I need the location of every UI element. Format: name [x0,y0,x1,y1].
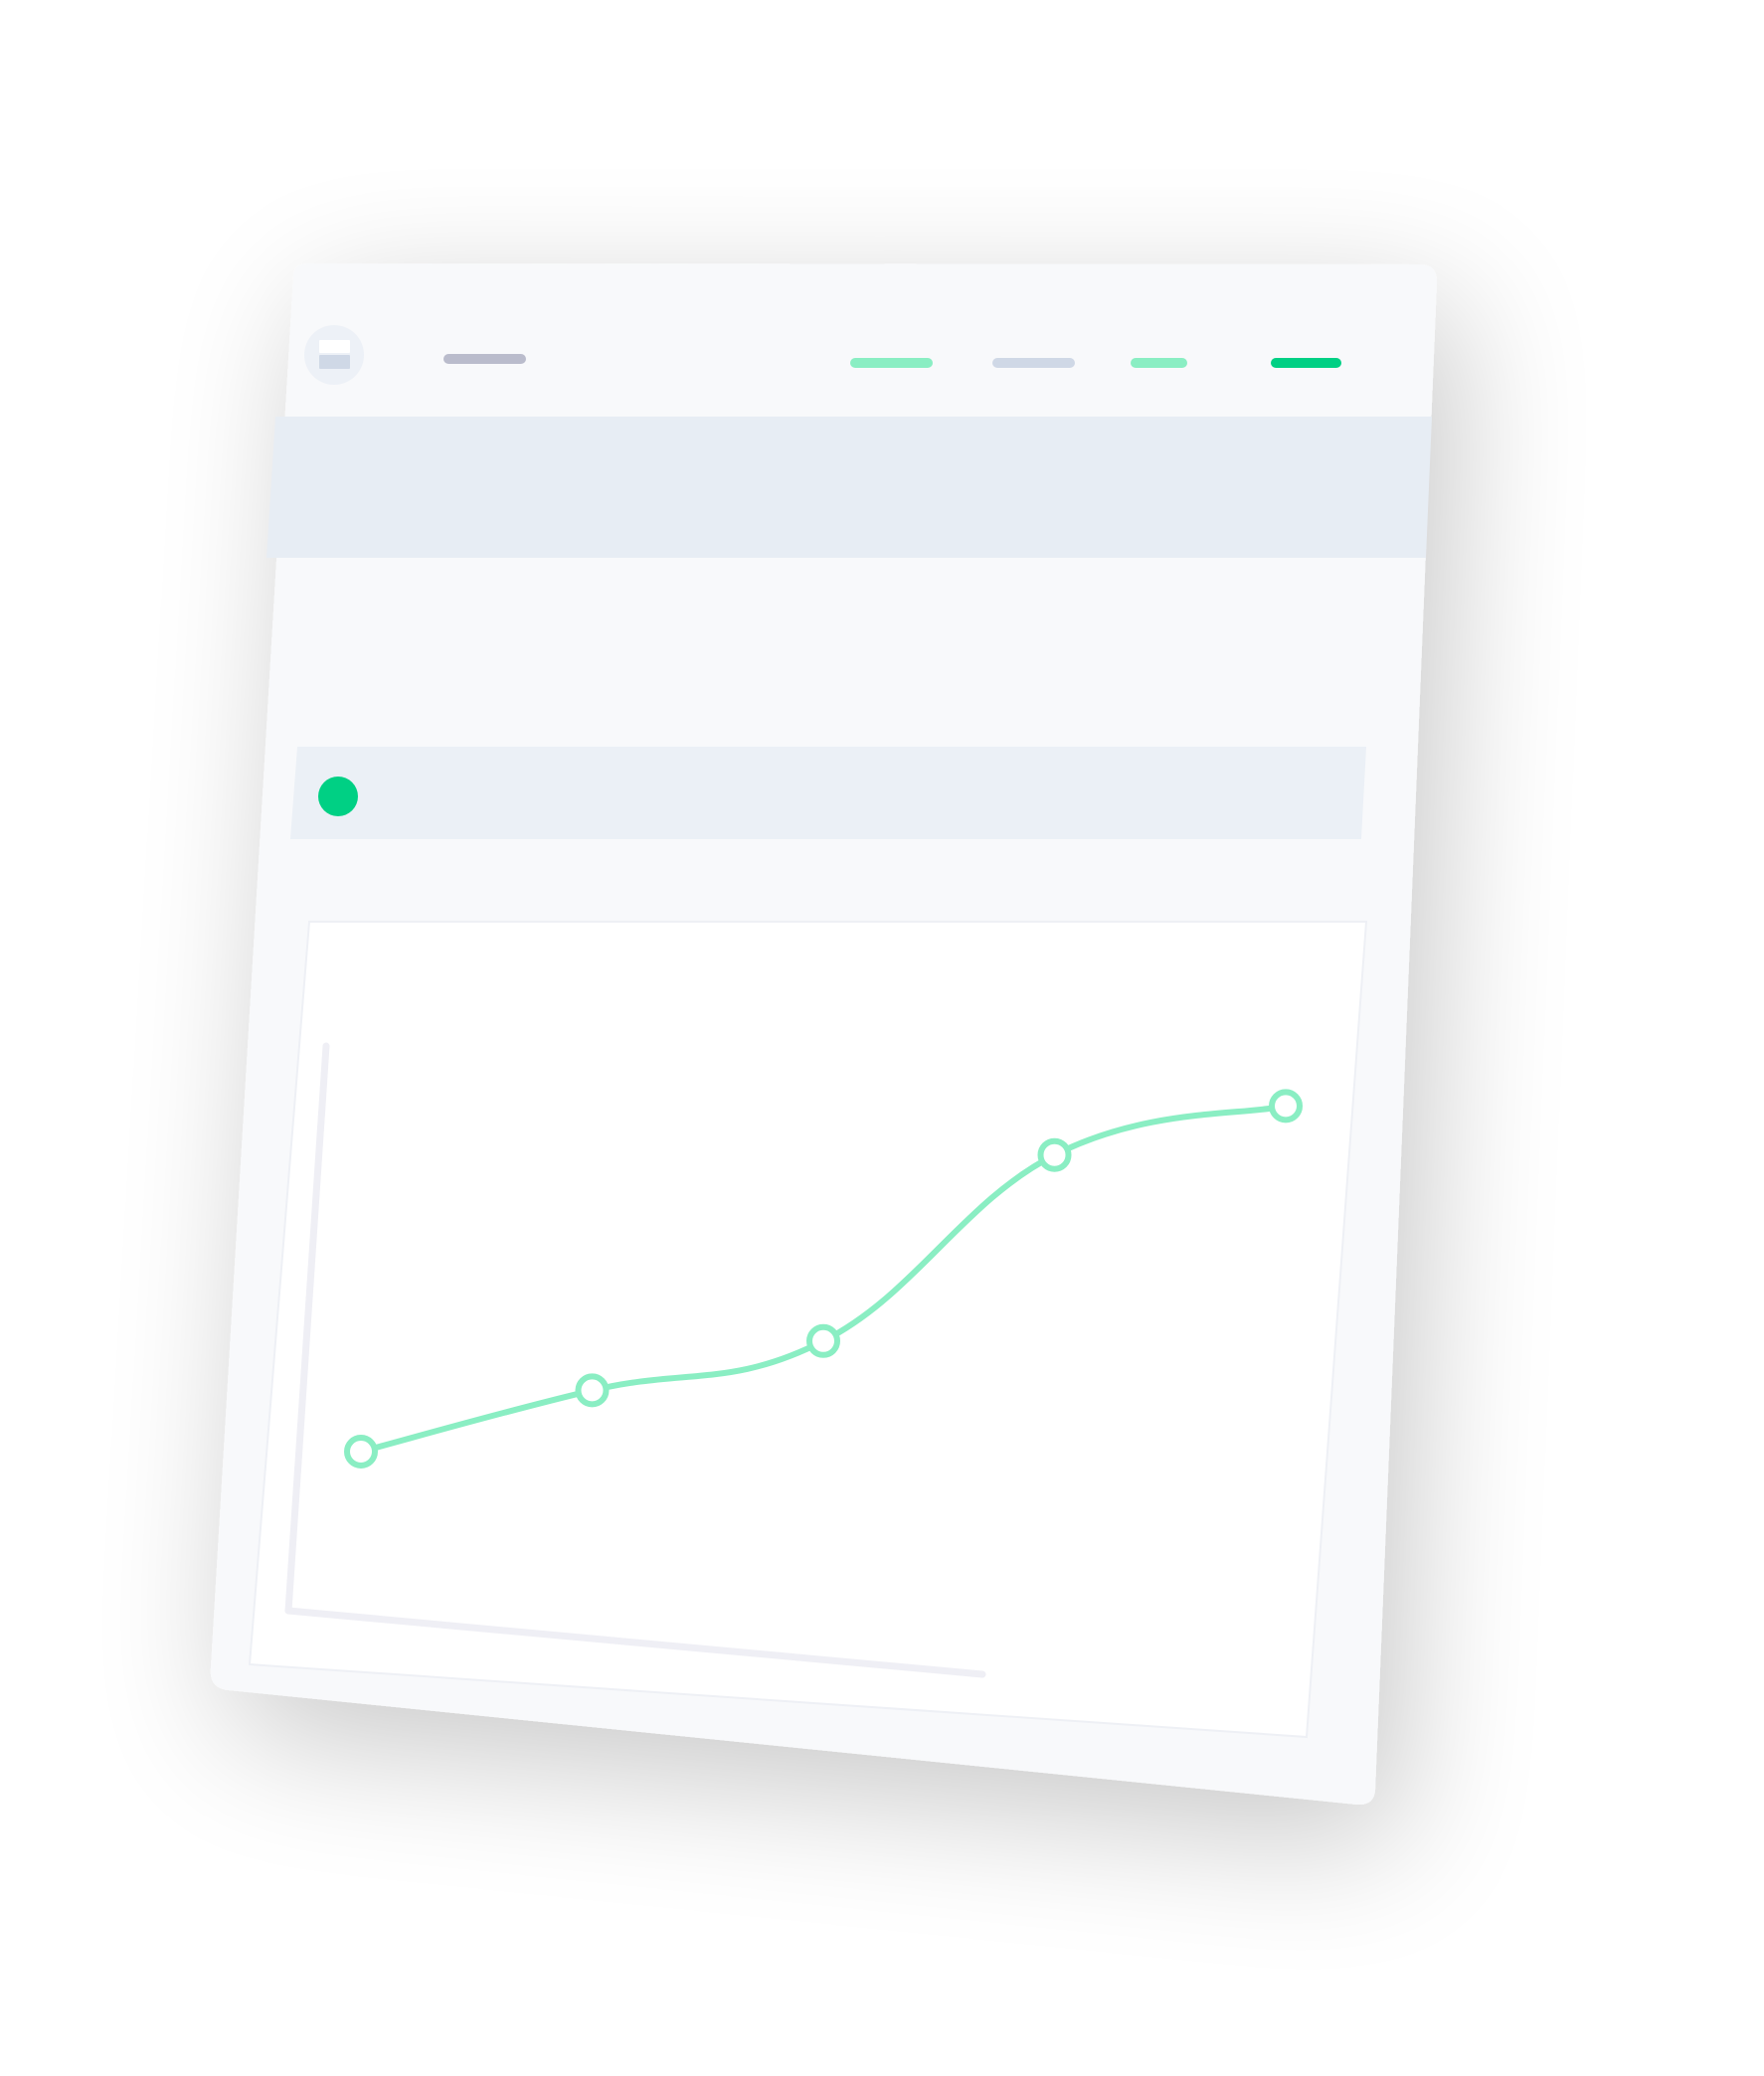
data-point-2[interactable] [575,1373,610,1408]
hero-banner [266,417,1432,558]
logo-icon[interactable] [304,325,364,385]
data-point-3[interactable] [806,1323,840,1358]
illustration-stage [0,0,1764,2076]
chart-card [248,921,1368,1739]
status-indicator-dot [318,777,358,816]
dashboard-illustration [210,263,1438,1806]
data-point-1[interactable] [344,1435,378,1469]
data-point-5[interactable] [1269,1089,1303,1124]
status-panel [290,747,1366,839]
data-point-4[interactable] [1037,1137,1072,1172]
